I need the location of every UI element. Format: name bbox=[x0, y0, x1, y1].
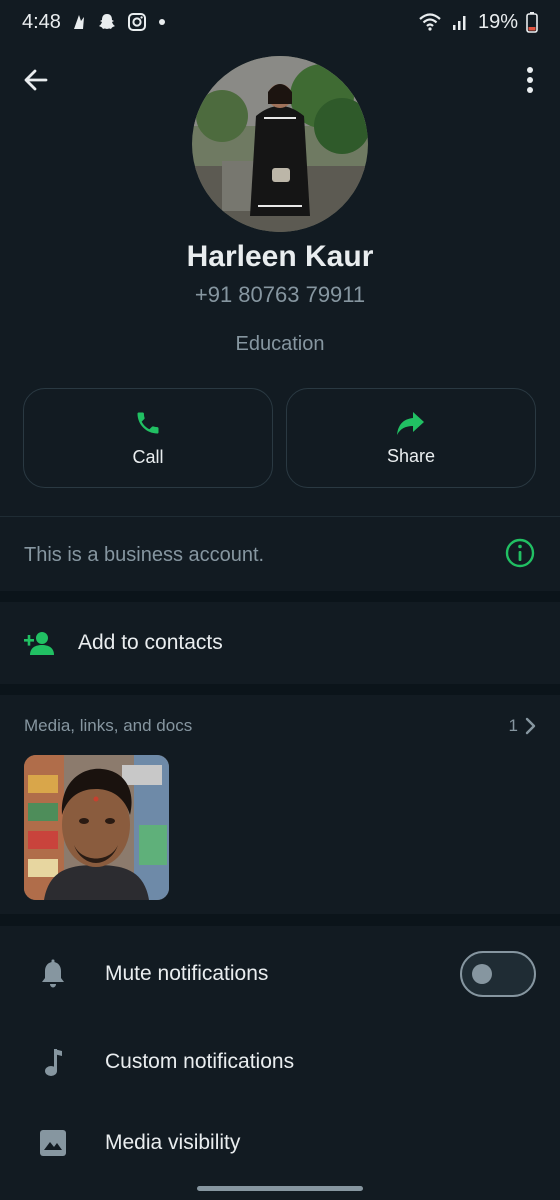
toggle-knob bbox=[472, 964, 492, 984]
image-icon bbox=[36, 1129, 70, 1157]
notification-dot-icon bbox=[157, 17, 167, 27]
more-options-button[interactable] bbox=[516, 62, 544, 98]
add-to-contacts-label: Add to contacts bbox=[78, 631, 223, 654]
section-separator bbox=[0, 914, 560, 926]
business-category: Education bbox=[235, 333, 325, 355]
share-label: Share bbox=[386, 445, 436, 466]
media-visibility-row[interactable]: Media visibility bbox=[0, 1103, 560, 1183]
wifi-icon bbox=[418, 12, 442, 32]
media-section-title: Media, links, and docs bbox=[24, 716, 193, 735]
business-account-row[interactable]: This is a business account. bbox=[0, 520, 560, 590]
music-note-icon bbox=[36, 1047, 70, 1077]
mute-notifications-label: Mute notifications bbox=[105, 962, 269, 985]
instagram-icon bbox=[127, 12, 147, 32]
custom-notifications-label: Custom notifications bbox=[105, 1050, 295, 1073]
media-thumbnail[interactable] bbox=[24, 755, 169, 900]
back-arrow-icon bbox=[24, 69, 48, 91]
home-indicator[interactable] bbox=[197, 1186, 363, 1191]
media-links-docs-row[interactable]: Media, links, and docs 1 bbox=[0, 708, 560, 744]
phone-icon bbox=[137, 412, 159, 433]
more-vertical-icon bbox=[527, 67, 533, 93]
mute-notifications-toggle[interactable] bbox=[460, 951, 536, 997]
battery-icon bbox=[526, 11, 538, 33]
call-label: Call bbox=[132, 446, 164, 467]
battery-percentage: 19% bbox=[477, 10, 518, 33]
chevron-right-icon bbox=[525, 717, 536, 735]
bell-icon bbox=[36, 959, 70, 989]
status-bar: 4:48 19% bbox=[0, 0, 560, 44]
media-visibility-label: Media visibility bbox=[105, 1131, 241, 1154]
notification-app-icon bbox=[71, 13, 87, 31]
add-to-contacts-row[interactable]: Add to contacts bbox=[0, 602, 560, 684]
snapchat-icon bbox=[97, 12, 117, 32]
add-person-icon bbox=[24, 632, 54, 655]
info-icon[interactable] bbox=[504, 537, 536, 574]
contact-phone: +91 80763 79911 bbox=[194, 282, 366, 307]
media-count-link[interactable]: 1 bbox=[509, 716, 536, 736]
status-time: 4:48 bbox=[22, 10, 61, 33]
media-count: 1 bbox=[508, 716, 518, 735]
business-account-text: This is a business account. bbox=[24, 543, 265, 566]
divider bbox=[0, 516, 560, 517]
profile-photo[interactable] bbox=[192, 56, 368, 232]
signal-icon bbox=[450, 12, 470, 32]
section-separator bbox=[0, 591, 560, 602]
share-arrow-icon bbox=[397, 411, 424, 435]
back-button[interactable] bbox=[18, 62, 54, 98]
mute-notifications-row[interactable]: Mute notifications bbox=[0, 934, 560, 1014]
contact-name: Harleen Kaur bbox=[186, 240, 374, 273]
section-separator bbox=[0, 684, 560, 695]
custom-notifications-row[interactable]: Custom notifications bbox=[0, 1022, 560, 1102]
share-button[interactable]: Share bbox=[286, 388, 536, 488]
call-button[interactable]: Call bbox=[23, 388, 273, 488]
